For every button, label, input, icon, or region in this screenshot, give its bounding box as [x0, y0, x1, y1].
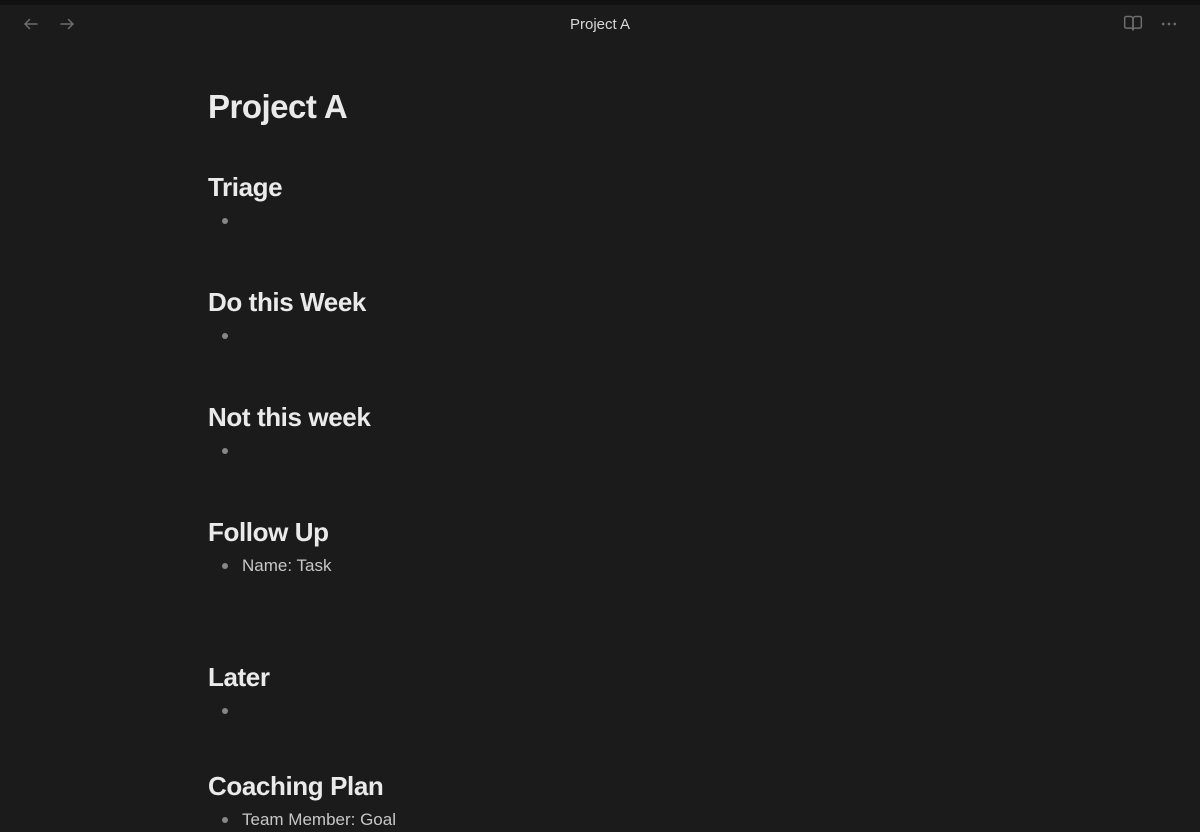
list-item-text: Team Member: Goal [242, 810, 396, 829]
section-heading: Follow Up [208, 517, 988, 548]
window-title: Project A [0, 16, 1200, 33]
document-content[interactable]: Project A Triage Do this Week Not this w… [208, 48, 988, 832]
more-horizontal-icon [1159, 14, 1179, 34]
list-item[interactable] [222, 439, 988, 461]
toolbar: Project A [0, 0, 1200, 48]
bullet-list [208, 439, 988, 461]
section-do-this-week: Do this Week [208, 287, 988, 346]
bullet-list [208, 324, 988, 346]
forward-button[interactable] [56, 13, 78, 35]
section-not-this-week: Not this week [208, 402, 988, 461]
list-item-text: Name: Task [242, 556, 331, 575]
section-heading: Not this week [208, 402, 988, 433]
section-coaching-plan: Coaching Plan Team Member: Goal [208, 771, 988, 832]
list-item[interactable] [222, 699, 988, 721]
list-item[interactable]: Team Member: Goal [222, 808, 988, 832]
section-follow-up: Follow Up Name: Task [208, 517, 988, 578]
back-button[interactable] [20, 13, 42, 35]
section-heading: Coaching Plan [208, 771, 988, 802]
bullet-list: Name: Task [208, 554, 988, 578]
section-heading: Triage [208, 172, 988, 203]
toolbar-right [1122, 13, 1180, 35]
section-heading: Later [208, 662, 988, 693]
toolbar-left [20, 13, 78, 35]
more-button[interactable] [1158, 13, 1180, 35]
section-heading: Do this Week [208, 287, 988, 318]
bullet-list: Team Member: Goal [208, 808, 988, 832]
arrow-left-icon [22, 15, 40, 33]
arrow-right-icon [58, 15, 76, 33]
section-later: Later [208, 662, 988, 721]
bullet-list [208, 699, 988, 721]
list-item[interactable] [222, 209, 988, 231]
list-item[interactable] [222, 324, 988, 346]
list-item[interactable]: Name: Task [222, 554, 988, 578]
reader-mode-button[interactable] [1122, 13, 1144, 35]
section-triage: Triage [208, 172, 988, 231]
book-open-icon [1123, 14, 1143, 34]
bullet-list [208, 209, 988, 231]
page-title: Project A [208, 88, 988, 126]
